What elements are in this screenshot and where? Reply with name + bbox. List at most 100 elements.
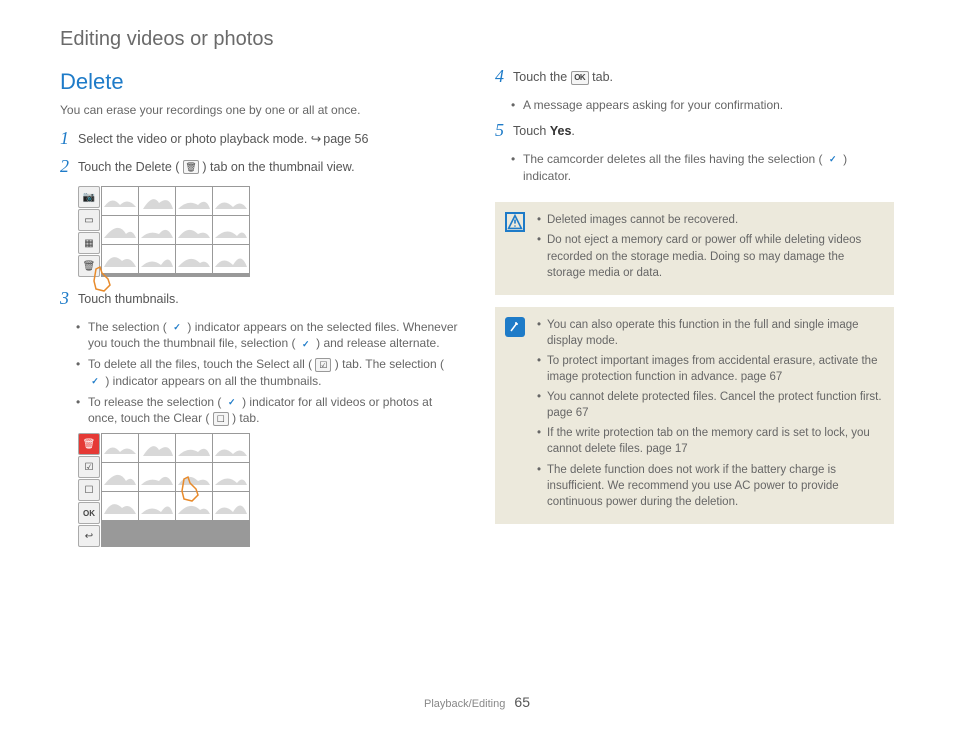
side-tab-back-icon: ↩ (78, 525, 100, 547)
thumb-cell (139, 434, 175, 462)
step-text: Touch the Delete ( (78, 160, 183, 174)
thumb-cell (176, 187, 212, 215)
select-all-icon: ☑ (315, 358, 331, 372)
page-ref: page 67 (547, 407, 589, 419)
info-bullet: The delete function does not work if the… (537, 462, 882, 510)
step-5-bullets: The camcorder deletes all the files havi… (495, 151, 894, 185)
manual-page: Editing videos or photos Delete You can … (0, 0, 954, 561)
step-5: 5 Touch Yes. (495, 123, 894, 141)
info-icon (505, 317, 525, 337)
check-icon: ✓ (88, 375, 102, 389)
page-heading: Delete (60, 69, 459, 95)
info-bullet: You can also operate this function in th… (537, 317, 882, 349)
step-text: Touch (513, 124, 550, 138)
thumb-cell (213, 216, 249, 244)
step-number: 2 (60, 157, 78, 175)
thumb-cell (139, 245, 175, 273)
bullet-text: To delete all the files, touch the Selec… (88, 357, 315, 371)
step-3-bullets: The selection ( ✓ ) indicator appears on… (60, 319, 459, 428)
clear-icon: ☐ (213, 412, 229, 426)
side-tab-ok-icon: OK (78, 502, 100, 524)
bullet-text: ) indicator appears on all the thumbnail… (102, 374, 321, 388)
info-bullet: To protect important images from acciden… (537, 353, 882, 385)
thumb-cell (102, 216, 138, 244)
thumb-cell (102, 492, 138, 520)
step-4-bullets: A message appears asking for your confir… (495, 97, 894, 114)
warn-bullet: Deleted images cannot be recovered. (537, 212, 882, 228)
bullet-item: The selection ( ✓ ) indicator appears on… (78, 319, 459, 353)
thumb-cell (176, 245, 212, 273)
yes-label: Yes (550, 124, 572, 138)
two-column-layout: Delete You can erase your recordings one… (60, 69, 894, 561)
side-tabs: 🗑 ☑ ☐ OK ↩ (78, 433, 100, 547)
step-text: ) tab on the thumbnail view. (199, 160, 355, 174)
step-body: Touch the Delete ( 🗑 ) tab on the thumbn… (78, 159, 459, 177)
step-number: 5 (495, 121, 513, 139)
thumb-cell (139, 216, 175, 244)
step-4: 4 Touch the OK tab. (495, 69, 894, 87)
bullet-item: The camcorder deletes all the files havi… (513, 151, 894, 185)
step-3: 3 Touch thumbnails. (60, 291, 459, 309)
side-tab-film-icon: ▭ (78, 209, 100, 231)
right-column: 4 Touch the OK tab. A message appears as… (495, 69, 894, 561)
thumb-cell (102, 187, 138, 215)
bullet-text: To release the selection ( (88, 395, 225, 409)
intro-text: You can erase your recordings one by one… (60, 103, 459, 117)
thumbnail-illustration-2: 🗑 ☑ ☐ OK ↩ (78, 433, 258, 547)
thumb-cell (176, 216, 212, 244)
thumb-cell (213, 245, 249, 273)
thumbnail-illustration-1: 📷 ▭ ▦ 🗑 (78, 186, 258, 277)
footer-page-number: 65 (514, 694, 530, 710)
side-tab-grid-icon: ▦ (78, 232, 100, 254)
check-icon: ✓ (826, 153, 840, 167)
step-text: Touch the (513, 70, 571, 84)
bullet-item: A message appears asking for your confir… (513, 97, 894, 114)
info-text: You cannot delete protected files. Cance… (547, 391, 882, 403)
info-bullet: If the write protection tab on the memor… (537, 425, 882, 457)
thumb-cell (213, 463, 249, 491)
side-tab-trash-icon: 🗑 (78, 433, 100, 455)
step-text: tab. (589, 70, 613, 84)
trash-icon: 🗑 (183, 160, 199, 174)
step-body: Touch Yes. (513, 123, 894, 141)
info-box: You can also operate this function in th… (495, 307, 894, 524)
footer-section: Playback/Editing (424, 698, 505, 710)
info-text: If the write protection tab on the memor… (547, 427, 870, 455)
warning-box: Deleted images cannot be recovered. Do n… (495, 202, 894, 294)
thumb-cell (213, 434, 249, 462)
touch-hand-icon (86, 263, 118, 295)
warn-bullet: Do not eject a memory card or power off … (537, 232, 882, 280)
touch-hand-icon (174, 473, 206, 505)
section-title: Editing videos or photos (60, 28, 894, 51)
side-tab-clear-icon: ☐ (78, 479, 100, 501)
thumb-cell (102, 434, 138, 462)
thumb-cell (213, 187, 249, 215)
bullet-item: To delete all the files, touch the Selec… (78, 356, 459, 390)
check-icon: ✓ (299, 337, 313, 351)
info-bullet: You cannot delete protected files. Cance… (537, 389, 882, 421)
step-text: . (571, 124, 574, 138)
step-text: Select the video or photo playback mode. (78, 132, 311, 146)
step-number: 1 (60, 129, 78, 147)
bullet-text: ) tab. (229, 411, 260, 425)
step-body: Select the video or photo playback mode.… (78, 131, 459, 149)
step-body: Touch the OK tab. (513, 69, 894, 87)
page-ref: page 17 (646, 443, 688, 455)
ref-arrow-icon (311, 132, 323, 146)
side-tab-select-all-icon: ☑ (78, 456, 100, 478)
bullet-text: ) tab. The selection ( (331, 357, 444, 371)
check-icon: ✓ (225, 396, 239, 410)
left-column: Delete You can erase your recordings one… (60, 69, 459, 561)
page-ref: page 67 (741, 371, 783, 383)
bullet-text: The selection ( (88, 320, 170, 334)
step-2: 2 Touch the Delete ( 🗑 ) tab on the thum… (60, 159, 459, 177)
step-number: 3 (60, 289, 78, 307)
thumb-cell (139, 463, 175, 491)
thumb-cell (102, 463, 138, 491)
info-text: To protect important images from acciden… (547, 355, 877, 383)
check-icon: ✓ (170, 320, 184, 334)
page-footer: Playback/Editing 65 (0, 694, 954, 710)
thumb-cell (176, 434, 212, 462)
bullet-text: ) and release alternate. (313, 336, 440, 350)
step-1: 1 Select the video or photo playback mod… (60, 131, 459, 149)
